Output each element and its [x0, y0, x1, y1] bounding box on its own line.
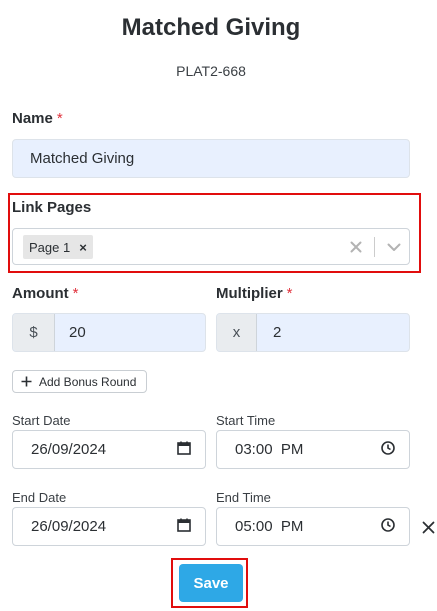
- link-pages-label-text: Link Pages: [12, 199, 92, 216]
- calendar-icon[interactable]: [177, 518, 191, 536]
- multiplier-prefix: x: [217, 314, 257, 351]
- multiplier-value: 2: [273, 324, 282, 341]
- clear-icon[interactable]: [346, 236, 366, 258]
- start-date-input[interactable]: 26/09/2024: [12, 430, 206, 469]
- end-time-value: 05:00 PM: [235, 518, 304, 535]
- chip-remove-icon[interactable]: ×: [79, 240, 87, 255]
- multiplier-label-text: Multiplier: [216, 285, 283, 302]
- chevron-down-icon[interactable]: [384, 237, 404, 257]
- start-time-label: Start Time: [216, 413, 276, 428]
- amount-label-text: Amount: [12, 285, 69, 302]
- link-pages-label: Link Pages: [12, 199, 91, 216]
- end-time-label: End Time: [216, 490, 271, 505]
- clock-icon[interactable]: [381, 517, 395, 536]
- required-mark: *: [72, 285, 79, 302]
- amount-label: Amount *: [12, 285, 79, 302]
- save-button[interactable]: Save: [179, 564, 243, 602]
- end-date-value: 26/09/2024: [31, 518, 107, 535]
- select-separator: [374, 237, 375, 257]
- calendar-icon[interactable]: [177, 441, 191, 459]
- required-mark: *: [286, 285, 293, 302]
- page-chip: Page 1 ×: [23, 235, 93, 259]
- start-time-value: 03:00 PM: [235, 441, 304, 458]
- add-bonus-round-label: Add Bonus Round: [39, 374, 137, 389]
- amount-value: 20: [69, 324, 86, 341]
- currency-prefix: $: [13, 314, 55, 351]
- page-chip-label: Page 1: [29, 239, 71, 255]
- end-time-input[interactable]: 05:00 PM: [216, 507, 410, 546]
- multiplier-input[interactable]: x 2: [216, 313, 410, 352]
- remove-end-date-icon[interactable]: [418, 517, 437, 537]
- name-label-text: Name: [12, 110, 53, 127]
- name-label: Name *: [12, 110, 63, 127]
- page-code: PLAT2-668: [176, 63, 246, 79]
- clock-icon[interactable]: [381, 440, 395, 459]
- start-time-input[interactable]: 03:00 PM: [216, 430, 410, 469]
- plus-icon: [21, 373, 32, 390]
- name-input-value: Matched Giving: [30, 150, 135, 167]
- multiplier-label: Multiplier *: [216, 285, 293, 302]
- required-mark: *: [56, 110, 63, 127]
- link-pages-select[interactable]: Page 1 ×: [12, 228, 410, 265]
- start-date-value: 26/09/2024: [31, 441, 107, 458]
- page-title: Matched Giving: [121, 14, 301, 41]
- add-bonus-round-button[interactable]: Add Bonus Round: [12, 370, 147, 393]
- end-date-label: End Date: [12, 490, 67, 505]
- start-date-label: Start Date: [12, 413, 71, 428]
- name-input[interactable]: Matched Giving: [12, 139, 410, 178]
- amount-input[interactable]: $ 20: [12, 313, 206, 352]
- end-date-input[interactable]: 26/09/2024: [12, 507, 206, 546]
